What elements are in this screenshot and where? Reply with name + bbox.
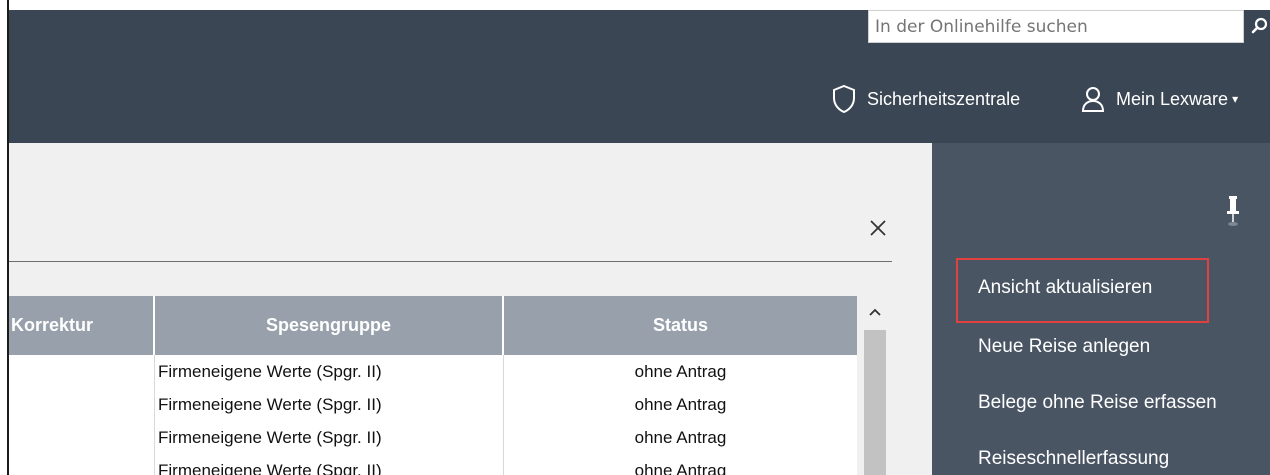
search-icon[interactable] [1248,12,1270,40]
table-header: Korrektur Spesengruppe Status [9,296,857,355]
app-window: Sicherheitszentrale Mein Lexware ▾ Korre… [0,0,1270,475]
table-row[interactable]: Firmeneigene Werte (Spgr. II) ohne Antra… [9,454,857,475]
window-left-edge [0,0,9,475]
chevron-up-icon[interactable] [862,298,888,326]
table-row[interactable]: Firmeneigene Werte (Spgr. II) ohne Antra… [9,355,857,388]
security-center-link[interactable]: Sicherheitszentrale [831,82,1020,116]
shield-icon [831,84,857,114]
pin-icon[interactable] [1222,194,1244,230]
cell-korrektur [9,454,155,475]
scrollbar-thumb[interactable] [864,330,886,475]
cell-spesengruppe: Firmeneigene Werte (Spgr. II) [155,388,504,421]
cell-status: ohne Antrag [634,428,727,447]
cell-spesengruppe: Firmeneigene Werte (Spgr. II) [155,454,504,475]
security-center-label: Sicherheitszentrale [867,88,1021,109]
cell-status: ohne Antrag [634,395,727,414]
table-row[interactable]: Firmeneigene Werte (Spgr. II) ohne Antra… [9,421,857,454]
user-icon [1080,84,1106,114]
column-header-status[interactable]: Status [504,296,857,355]
help-search-input[interactable] [868,10,1244,43]
column-header-spesengruppe[interactable]: Spesengruppe [155,296,504,355]
cell-status: ohne Antrag [634,362,727,381]
task-receipts-without-trip[interactable]: Belege ohne Reise erfassen [978,392,1217,414]
task-quick-entry[interactable]: Reiseschnellerfassung [978,448,1169,470]
dialog-divider [9,261,892,262]
task-new-trip[interactable]: Neue Reise anlegen [978,336,1150,358]
cell-spesengruppe: Firmeneigene Werte (Spgr. II) [155,355,504,388]
task-pane [932,143,1270,475]
cell-status: ohne Antrag [634,461,727,475]
task-refresh-view[interactable]: Ansicht aktualisieren [978,277,1152,299]
my-lexware-label: Mein Lexware [1116,88,1229,109]
window-top-strip [9,0,1270,10]
cell-spesengruppe: Firmeneigene Werte (Spgr. II) [155,421,504,454]
close-icon[interactable] [863,213,893,243]
cell-korrektur [9,388,155,421]
cell-korrektur [9,355,155,388]
column-header-korrektur[interactable]: Korrektur [9,296,155,355]
cell-korrektur [9,421,155,454]
my-lexware-menu[interactable]: Mein Lexware ▾ [1080,82,1238,116]
table-row[interactable]: Firmeneigene Werte (Spgr. II) ohne Antra… [9,388,857,421]
chevron-down-icon: ▾ [1232,92,1239,106]
travel-table: Korrektur Spesengruppe Status Firmeneige… [9,296,857,475]
